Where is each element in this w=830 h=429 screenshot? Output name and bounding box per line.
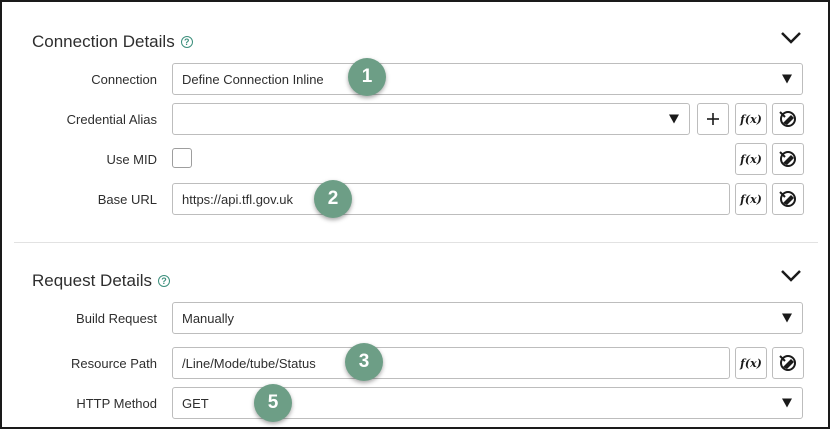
base-url-input[interactable]: https://api.tfl.gov.uk xyxy=(172,183,730,215)
data-pill-button[interactable] xyxy=(772,143,804,175)
callout-badge-2: 2 xyxy=(314,180,352,218)
callout-badge-1: 1 xyxy=(348,58,386,96)
chevron-down-icon[interactable] xyxy=(780,31,802,45)
resource-path-input[interactable]: /Line/Mode/tube/Status xyxy=(172,347,730,379)
credential-alias-select[interactable] xyxy=(172,103,690,135)
function-fx-icon: f(x) xyxy=(740,152,762,166)
connection-details-header: Connection Details ? xyxy=(32,32,193,52)
data-pill-picker-icon xyxy=(779,151,796,167)
caret-down-icon xyxy=(669,114,679,124)
caret-down-icon xyxy=(782,398,792,408)
data-pill-button[interactable] xyxy=(772,347,804,379)
caret-down-icon xyxy=(782,313,792,323)
callout-badge-5: 5 xyxy=(254,384,292,422)
data-pill-button[interactable] xyxy=(772,183,804,215)
base-url-label: Base URL xyxy=(97,192,157,207)
help-icon[interactable]: ? xyxy=(158,275,171,287)
plus-icon xyxy=(707,113,719,125)
base-url-value: https://api.tfl.gov.uk xyxy=(182,191,294,207)
function-fx-icon: f(x) xyxy=(740,112,762,126)
connection-select[interactable]: Define Connection Inline xyxy=(172,63,803,95)
resource-path-value: /Line/Mode/tube/Status xyxy=(182,355,316,371)
function-button[interactable]: f(x) xyxy=(735,143,767,175)
add-credential-button[interactable] xyxy=(697,103,729,135)
resource-path-label: Resource Path xyxy=(71,356,157,371)
build-request-value: Manually xyxy=(182,310,235,326)
section-divider xyxy=(14,242,818,243)
data-pill-picker-icon xyxy=(779,355,796,371)
help-icon[interactable]: ? xyxy=(180,36,193,48)
credential-alias-label: Credential Alias xyxy=(66,112,157,127)
function-fx-icon: f(x) xyxy=(740,192,762,206)
caret-down-icon xyxy=(782,74,792,84)
use-mid-label: Use MID xyxy=(106,152,157,167)
http-method-label: HTTP Method xyxy=(76,396,157,411)
data-pill-picker-icon xyxy=(779,111,796,127)
build-request-label: Build Request xyxy=(76,311,157,326)
connection-label: Connection xyxy=(91,72,157,87)
section-title: Request Details xyxy=(32,271,153,290)
request-details-header: Request Details ? xyxy=(32,271,171,291)
function-button[interactable]: f(x) xyxy=(735,183,767,215)
data-pill-picker-icon xyxy=(779,191,796,207)
use-mid-checkbox[interactable] xyxy=(172,148,192,168)
chevron-down-icon[interactable] xyxy=(780,269,802,283)
http-method-value: GET xyxy=(182,395,209,411)
function-button[interactable]: f(x) xyxy=(735,103,767,135)
data-pill-button[interactable] xyxy=(772,103,804,135)
build-request-select[interactable]: Manually xyxy=(172,302,803,334)
connection-value: Define Connection Inline xyxy=(182,71,324,87)
section-title: Connection Details xyxy=(32,32,175,51)
function-fx-icon: f(x) xyxy=(740,356,762,370)
callout-badge-3: 3 xyxy=(345,343,383,381)
function-button[interactable]: f(x) xyxy=(735,347,767,379)
